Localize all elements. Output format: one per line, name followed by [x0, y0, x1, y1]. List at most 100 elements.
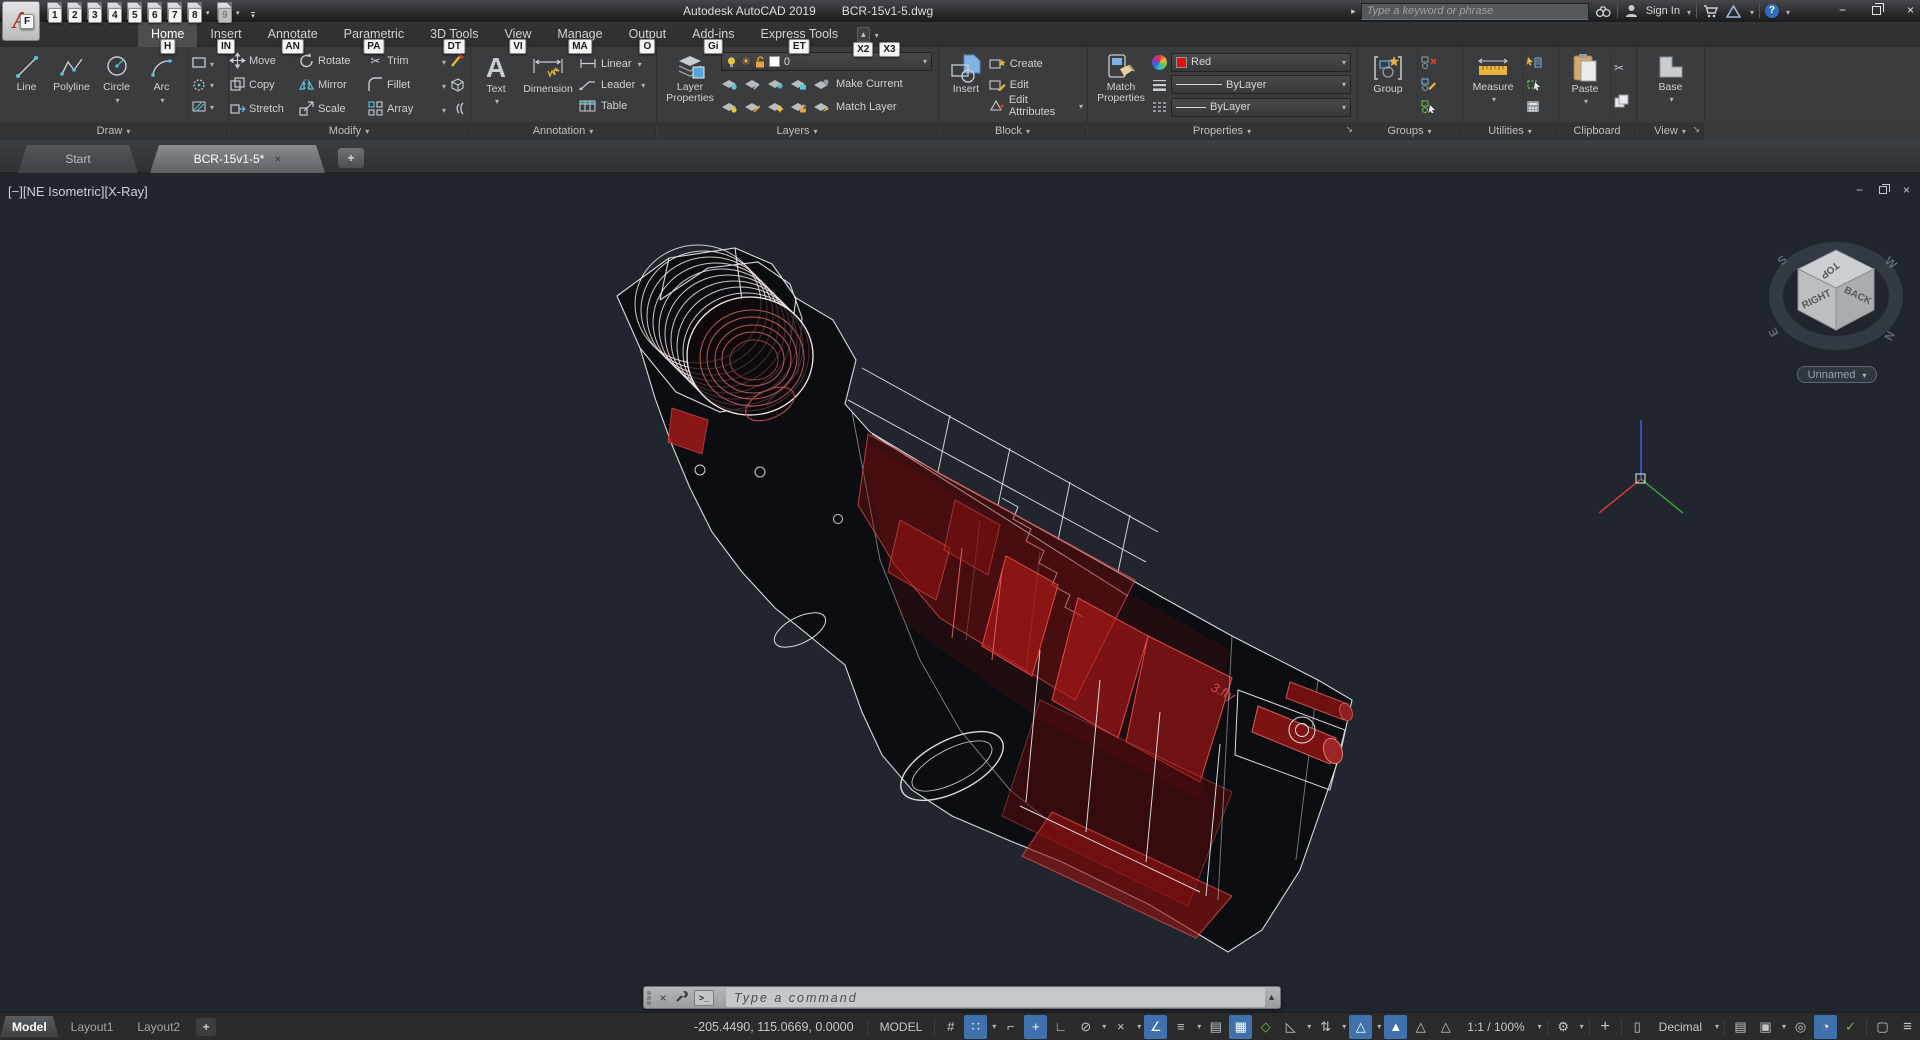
cut-button[interactable]: ✂: [1614, 59, 1629, 77]
circle-flyout-icon[interactable]: [113, 95, 119, 106]
cloud-flyout-icon[interactable]: [208, 77, 214, 91]
gizmo-toggle[interactable]: △: [1349, 1015, 1372, 1039]
isodraft-toggle[interactable]: ⊘: [1074, 1015, 1097, 1039]
measure-button[interactable]: Measure: [1467, 50, 1519, 119]
qat-plot-button[interactable]: 6: [146, 1, 166, 22]
array-icon[interactable]: [367, 100, 384, 117]
command-line-bar[interactable]: × >_ Type a command ▴: [643, 986, 1281, 1009]
erase-icon[interactable]: [449, 52, 466, 69]
array-flyout-icon[interactable]: [440, 102, 446, 116]
explode-icon[interactable]: [449, 76, 466, 93]
panel-expand-icon[interactable]: [1526, 125, 1532, 137]
hardware-acceleration-icon[interactable]: ✓: [1839, 1015, 1862, 1039]
fillet-button[interactable]: Fillet: [387, 79, 437, 91]
scale-button[interactable]: Scale: [318, 103, 364, 115]
layer-thaw-icon[interactable]: ☀: [741, 55, 751, 68]
tab-3d-tools[interactable]: 3D ToolsDT: [417, 22, 491, 47]
mirror-button[interactable]: Mirror: [318, 79, 364, 91]
drawing-minimize-icon[interactable]: −: [1856, 183, 1863, 197]
text-flyout-icon[interactable]: [493, 96, 499, 107]
snap-mode-toggle[interactable]: ∷: [964, 1015, 987, 1039]
layer-freeze-icon[interactable]: [767, 78, 784, 90]
lineweight-dropdown-icon[interactable]: [1340, 80, 1346, 89]
lock-ui-flyout-icon[interactable]: [1778, 1022, 1788, 1031]
copy-clip-button[interactable]: [1614, 92, 1629, 110]
compass-east[interactable]: E: [1766, 326, 1782, 340]
make-current-button[interactable]: Make Current: [836, 78, 903, 90]
qat-open-button[interactable]: 2: [66, 1, 86, 22]
mirror-icon[interactable]: [298, 76, 315, 93]
object-snap-toggle[interactable]: ∠: [1144, 1015, 1167, 1039]
panel-launcher-icon[interactable]: ↘: [1345, 124, 1353, 135]
autoscale-toggle[interactable]: △: [1409, 1015, 1432, 1039]
fillet-flyout-icon[interactable]: [440, 78, 446, 92]
circle-button[interactable]: Circle: [94, 50, 139, 119]
graphics-performance-toggle[interactable]: ◔: [1814, 1015, 1837, 1039]
rectangle-flyout-icon[interactable]: [208, 56, 214, 70]
panel-title-draw[interactable]: Draw: [0, 122, 228, 140]
array-button[interactable]: Array: [387, 103, 437, 115]
help-icon[interactable]: ?: [1765, 4, 1779, 18]
drawing-restore-icon[interactable]: [1879, 186, 1887, 194]
layer-dropdown-icon[interactable]: [921, 57, 927, 66]
paste-button[interactable]: Paste: [1563, 50, 1607, 119]
command-bar-grip[interactable]: [644, 987, 654, 1008]
infocenter-search-input[interactable]: [1361, 3, 1589, 20]
block-create-button[interactable]: Create: [989, 53, 1083, 74]
gizmo-flyout-icon[interactable]: [1373, 1022, 1383, 1031]
command-close-icon[interactable]: ×: [654, 991, 672, 1005]
new-layout-button[interactable]: +: [196, 1018, 216, 1036]
panel-expand-icon[interactable]: [1024, 125, 1030, 137]
group-selection-button[interactable]: [1421, 97, 1437, 115]
viewport-view-control[interactable]: [NE Isometric]: [23, 184, 105, 199]
qat-saveas-button[interactable]: 4: [106, 1, 126, 22]
viewport-visual-style-control[interactable]: [X-Ray]: [104, 184, 147, 199]
panel-expand-icon[interactable]: [363, 125, 369, 137]
recent-commands-caret-icon[interactable]: [716, 991, 722, 1005]
viewcube[interactable]: S W E N TOP RIGHT BACK: [1766, 249, 1901, 343]
qat-undo-button[interactable]: 7: [166, 1, 186, 22]
qat-web-mobile-button[interactable]: 5: [126, 1, 146, 22]
trim-icon[interactable]: ✂: [367, 54, 384, 68]
leader-flyout-icon[interactable]: [639, 79, 645, 91]
copy-button[interactable]: Copy: [249, 79, 295, 91]
color-dropdown-icon[interactable]: [1340, 58, 1346, 67]
named-view-caret-icon[interactable]: [1860, 369, 1866, 381]
layer-select-combo[interactable]: ☀ 0: [721, 52, 932, 71]
recent-commands-icon[interactable]: >_: [694, 990, 714, 1006]
units-flyout-icon[interactable]: [1711, 1022, 1721, 1031]
insert-button[interactable]: Insert: [943, 50, 989, 119]
group-button[interactable]: Group: [1362, 50, 1414, 119]
dynamic-ucs-flyout-icon[interactable]: [1303, 1022, 1313, 1031]
scale-icon[interactable]: [298, 100, 315, 117]
arc-button[interactable]: Arc: [139, 50, 184, 119]
annotation-scale-button[interactable]: △: [1434, 1015, 1457, 1039]
model-tab[interactable]: Model: [0, 1016, 59, 1038]
a360-icon[interactable]: [1725, 3, 1743, 19]
panel-expand-icon[interactable]: [812, 125, 818, 137]
tab-insert[interactable]: InsertIN: [197, 22, 254, 47]
revision-cloud-button[interactable]: [191, 75, 214, 93]
match-layer-icon[interactable]: [813, 101, 830, 113]
isolate-objects-button[interactable]: ◎: [1789, 1015, 1812, 1039]
base-button[interactable]: Base: [1645, 50, 1697, 119]
panel-title-block[interactable]: Block: [939, 122, 1087, 140]
model-space-button[interactable]: MODEL: [871, 1013, 932, 1040]
lineweight-combo[interactable]: ByLayer: [1171, 75, 1351, 94]
dynamic-ucs-toggle[interactable]: ◺: [1279, 1015, 1302, 1039]
infocenter-collapse-icon[interactable]: ▸: [1351, 6, 1356, 17]
tab-close-icon[interactable]: ×: [274, 152, 281, 166]
panel-title-view[interactable]: View↘: [1637, 122, 1704, 140]
ribbon-minimize-button[interactable]: ▴ X2X3: [857, 22, 879, 47]
stretch-button[interactable]: Stretch: [249, 103, 295, 115]
trim-button[interactable]: Trim: [387, 55, 437, 67]
panel-title-clipboard[interactable]: Clipboard: [1559, 122, 1636, 140]
customize-wrench-icon[interactable]: [672, 990, 690, 1006]
panel-title-properties[interactable]: Properties↘: [1088, 122, 1357, 140]
quick-calculator-button[interactable]: [1526, 97, 1542, 115]
lineweight-toggle[interactable]: ≡: [1169, 1015, 1192, 1039]
sign-in-button[interactable]: Sign In: [1646, 5, 1680, 17]
selection-cycling-toggle[interactable]: ▦: [1229, 1015, 1252, 1039]
transparency-toggle[interactable]: ▤: [1204, 1015, 1227, 1039]
panel-launcher-icon[interactable]: ↘: [1692, 124, 1700, 135]
